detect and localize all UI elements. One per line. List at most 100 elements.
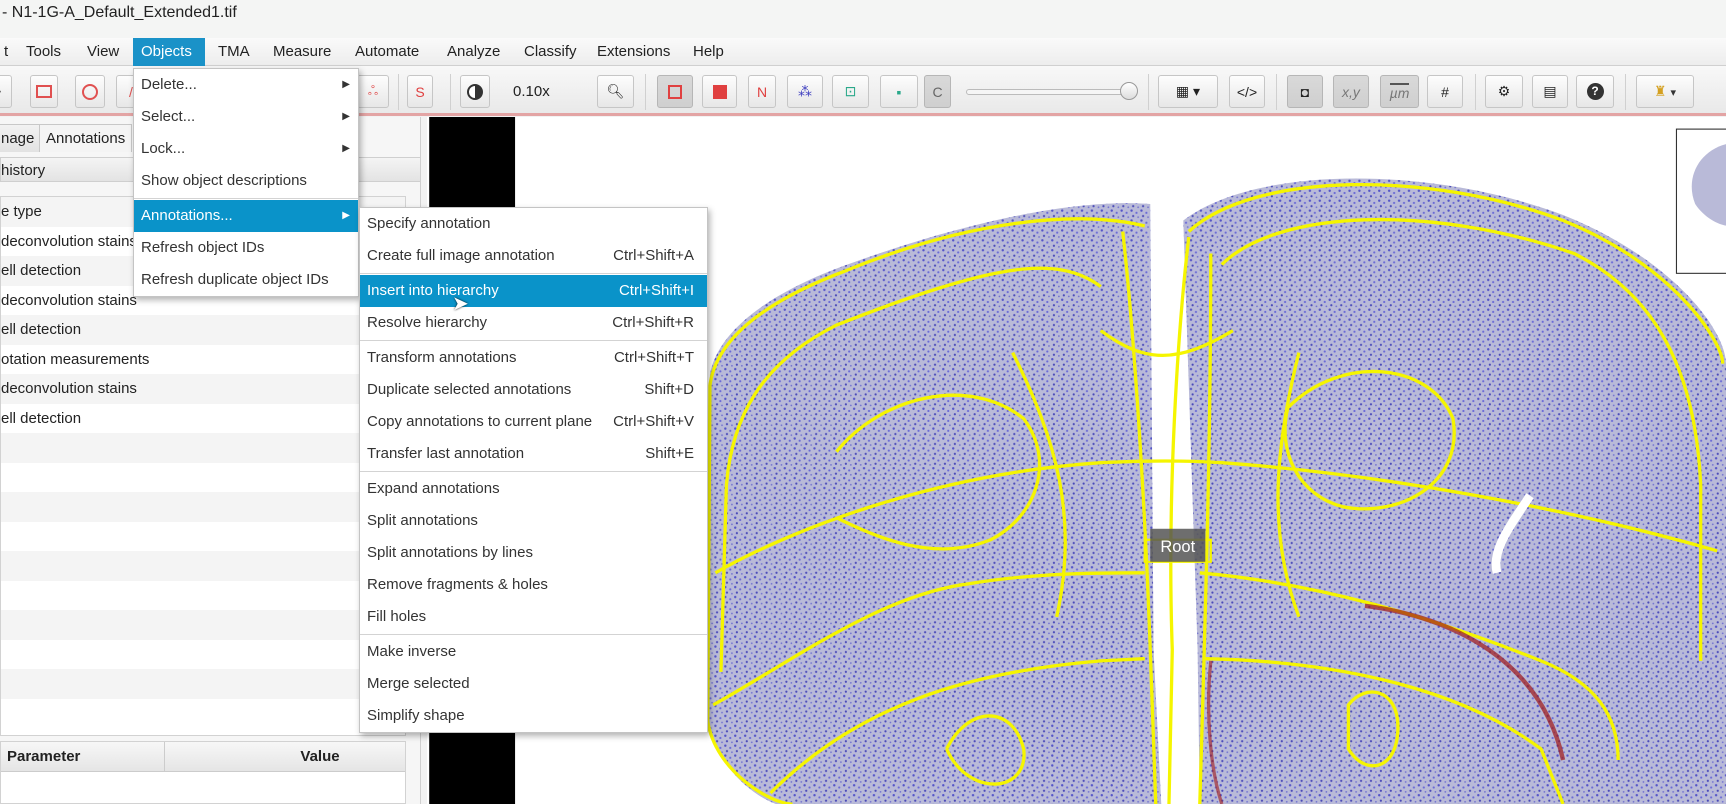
opacity-slider[interactable] [966,89,1134,95]
menu-item-label: Duplicate selected annotations [367,381,572,398]
history-item[interactable]: deconvolution stains [1,374,405,404]
menu-tools[interactable]: Tools [18,38,69,66]
menu-objects[interactable]: Objects [133,38,205,66]
menu-item-shortcut: Ctrl+Shift+R [612,314,694,331]
menu-item-refresh-object-ids[interactable]: Refresh object IDs [134,232,358,264]
fill-detections-button[interactable]: ▪ [880,75,918,108]
menu-separator [360,634,707,635]
menu-item-label: Insert into hierarchy [367,282,499,299]
fill-annotations-button[interactable] [702,75,737,108]
parameter-column-header[interactable]: Parameter [1,742,165,771]
menu-item-shortcut: Ctrl+Shift+A [613,247,694,264]
menu-item-create-full-image-annotation[interactable]: Create full image annotation Ctrl+Shift+A [360,240,707,272]
menu-item-refresh-duplicate-object-ids[interactable]: Refresh duplicate object IDs [134,264,358,296]
measurement-table-button[interactable]: ▦ ▾ [1158,75,1218,108]
menu-bar: t Tools View Objects TMA Measure Automat… [0,38,1726,66]
history-empty-row [1,581,405,611]
stain-color-dropdown[interactable]: ♜ ▾ [1636,75,1694,108]
menu-item-show-object-descriptions[interactable]: Show object descriptions [134,165,358,197]
menu-extensions[interactable]: Extensions [589,38,678,66]
menu-item-expand-annotations[interactable]: Expand annotations [360,473,707,505]
points-tool-button[interactable]: ஃ [357,75,389,108]
annotations-icon [668,84,682,99]
menu-item-simplify-shape[interactable]: Simplify shape [360,700,707,732]
zoom-level: 0.10x [513,83,550,100]
menu-item-insert-into-hierarchy[interactable]: Insert into hierarchy Ctrl+Shift+I [360,275,707,307]
menu-item-label: Show object descriptions [141,172,307,189]
menu-classify[interactable]: Classify [516,38,585,66]
show-tma-grid-button[interactable]: ⁂ [787,75,823,108]
menu-item-split-annotations-by-lines[interactable]: Split annotations by lines [360,537,707,569]
menu-automate[interactable]: Automate [347,38,427,66]
move-icon: ➜ [0,83,2,100]
parameters-table: Parameter Value [0,741,406,804]
menu-item-transfer-last-annotation[interactable]: Transfer last annotation Shift+E [360,438,707,470]
menu-item-label: Annotations... [141,207,233,224]
menu-edit[interactable]: t [0,38,16,66]
history-item[interactable]: ell detection [1,315,405,345]
move-tool-button[interactable]: ➜ [0,75,12,108]
menu-item-fill-holes[interactable]: Fill holes [360,601,707,633]
show-names-button[interactable]: N [748,75,776,108]
show-cursor-location-button[interactable]: x,y [1333,75,1369,108]
menu-item-label: Make inverse [367,643,457,660]
menu-item-label: Create full image annotation [367,247,555,264]
menu-measure[interactable]: Measure [265,38,339,66]
menu-item-label: Merge selected [367,675,470,692]
grid-icon: # [1441,83,1449,100]
menu-item-label: Select... [141,108,196,125]
menu-item-label: Specify annotation [367,215,491,232]
help-button[interactable]: ? [1576,75,1614,108]
rectangle-tool-button[interactable] [30,75,58,108]
menu-item-shortcut: Shift+D [644,381,694,398]
menu-item-copy-annotations-to-current-plane[interactable]: Copy annotations to current plane Ctrl+Sh… [360,406,707,438]
ellipse-tool-button[interactable] [75,75,105,108]
history-item[interactable]: ell detection [1,404,405,434]
show-detections-button[interactable]: ⊡ [832,75,869,108]
menu-view[interactable]: View [79,38,127,66]
preferences-button[interactable]: ⚙ [1485,75,1523,108]
history-empty-row [1,551,405,581]
show-grid-button[interactable]: # [1427,75,1463,108]
root-label: Root [1160,538,1195,556]
history-empty-row [1,433,405,463]
show-overview-button[interactable]: ◘ [1287,75,1323,108]
menu-item-duplicate-selected-annotations[interactable]: Duplicate selected annotations Shift+D [360,374,707,406]
history-item[interactable]: otation measurements [1,345,405,375]
brightness-contrast-button[interactable] [460,75,490,108]
tab-annotations[interactable]: Annotations [39,124,133,152]
menu-item-select[interactable]: Select... ▶ [134,101,358,133]
opacity-slider-thumb[interactable] [1120,82,1138,100]
tab-image[interactable]: nage [0,124,42,152]
objects-menu: Delete... ▶ Select... ▶ Lock... ▶ Show object … [133,68,359,297]
zoom-to-fit-button[interactable]: 🔍︎ [597,75,634,108]
menu-item-specify-annotation[interactable]: Specify annotation [360,208,707,240]
menu-item-remove-fragments-holes[interactable]: Remove fragments & holes [360,569,707,601]
menu-item-label: Transform annotations [367,349,517,366]
selection-mode-button[interactable]: S [407,75,433,108]
menu-item-label: Refresh duplicate object IDs [141,271,329,288]
show-scalebar-button[interactable]: µm [1380,75,1419,108]
menu-item-split-annotations[interactable]: Split annotations [360,505,707,537]
menu-tma[interactable]: TMA [210,38,258,66]
menu-help[interactable]: Help [685,38,732,66]
menu-item-annotations[interactable]: Annotations... ▶ [134,200,358,232]
script-editor-button[interactable]: </> [1229,75,1265,108]
log-button[interactable]: ▤ [1532,75,1568,108]
menu-item-lock[interactable]: Lock... ▶ [134,133,358,165]
menu-item-delete[interactable]: Delete... ▶ [134,69,358,101]
value-column-header[interactable]: Value [165,742,405,771]
rectangle-icon [36,85,52,98]
menu-analyze[interactable]: Analyze [439,38,508,66]
show-pixel-classification-button[interactable]: C [924,75,951,108]
help-icon: ? [1586,83,1604,100]
submenu-arrow-icon: ▶ [342,143,350,154]
show-annotations-button[interactable] [657,75,693,108]
overview-icon: ◘ [1300,83,1310,100]
menu-item-resolve-hierarchy[interactable]: Resolve hierarchy Ctrl+Shift+R [360,307,707,339]
menu-item-label: Split annotations by lines [367,544,533,561]
title-bar: - N1-1G-A_Default_Extended1.tif [0,0,1726,40]
menu-item-merge-selected[interactable]: Merge selected [360,668,707,700]
menu-item-transform-annotations[interactable]: Transform annotations Ctrl+Shift+T [360,342,707,374]
menu-item-make-inverse[interactable]: Make inverse [360,636,707,668]
